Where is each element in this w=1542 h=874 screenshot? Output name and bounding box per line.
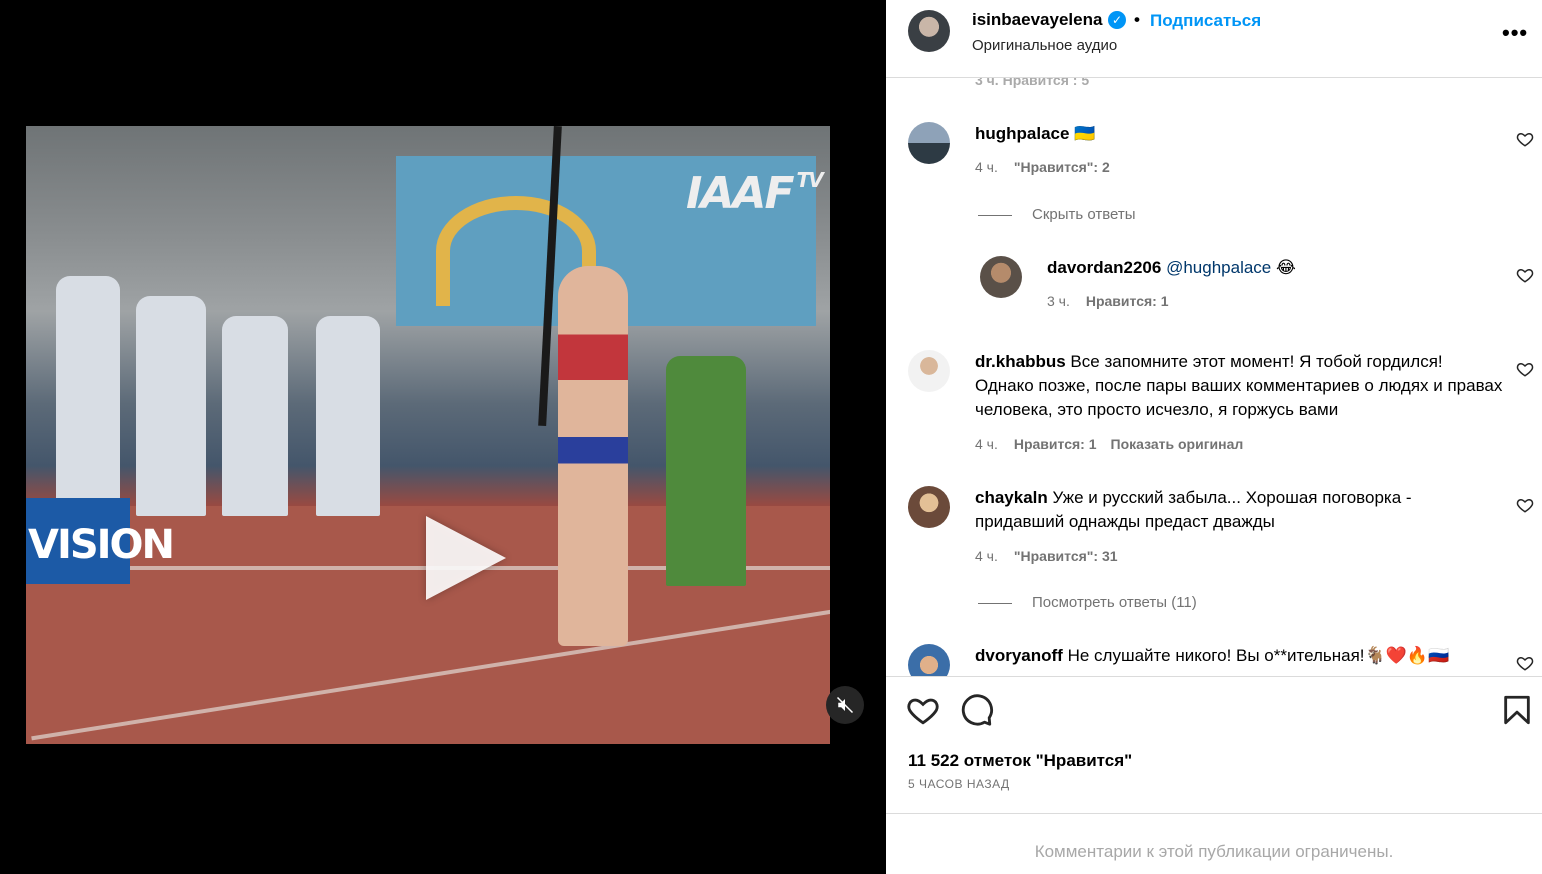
- commenter-avatar[interactable]: [908, 350, 950, 392]
- audio-label[interactable]: Оригинальное аудио: [972, 37, 1117, 54]
- author-username[interactable]: isinbaevayelena: [972, 10, 1102, 30]
- comment-time[interactable]: 4 ч.: [975, 548, 998, 564]
- comment-username[interactable]: hughpalace: [975, 124, 1069, 143]
- comment-text: dvoryanoff Не слушайте никого! Вы о**ите…: [975, 644, 1515, 668]
- comment-time[interactable]: 4 ч.: [975, 159, 998, 175]
- comment-text: hughpalace 🇺🇦: [975, 122, 1095, 146]
- commenter-avatar[interactable]: [980, 256, 1022, 298]
- comment-mention[interactable]: @hughpalace: [1166, 258, 1271, 277]
- comment-meta: 4 ч. "Нравится": 2: [975, 159, 1124, 175]
- comment-body: Не слушайте никого! Вы о**ительная!🐐❤️🔥🇷…: [1067, 646, 1450, 665]
- comment-meta-cut: 3 ч. Нравится : 5: [975, 78, 1090, 88]
- heart-icon[interactable]: [1516, 130, 1534, 148]
- comment-bubble-icon[interactable]: [960, 693, 994, 727]
- comment-username[interactable]: dr.khabbus: [975, 352, 1066, 371]
- media-pane: VISION IAAF TV: [0, 0, 886, 874]
- comment-username[interactable]: chaykaln: [975, 488, 1048, 507]
- comment-username[interactable]: dvoryanoff: [975, 646, 1063, 665]
- heart-icon[interactable]: [1516, 496, 1534, 514]
- commenter-avatar[interactable]: [908, 644, 950, 676]
- bookmark-icon[interactable]: [1500, 693, 1534, 727]
- track-lane: [31, 595, 830, 741]
- mute-icon[interactable]: [826, 686, 864, 724]
- heart-icon[interactable]: [1516, 360, 1534, 378]
- like-heart-icon[interactable]: [906, 693, 940, 727]
- comment-text: davordan2206 @hughpalace 😂: [1047, 256, 1296, 280]
- comment-username[interactable]: davordan2206: [1047, 258, 1161, 277]
- post-header: isinbaevayelena ✓ • Подписаться Оригинал…: [886, 0, 1542, 78]
- comment-meta: 4 ч. Нравится: 1 Показать оригинал: [975, 436, 1257, 452]
- post-time[interactable]: 5 ЧАСОВ НАЗАД: [908, 777, 1010, 791]
- more-options-icon[interactable]: •••: [1502, 20, 1528, 46]
- separator-dot: •: [1134, 10, 1140, 29]
- logo-suffix: TV: [796, 168, 824, 192]
- comment-meta: 4 ч. "Нравится": 31: [975, 548, 1132, 564]
- comment-body: 🇺🇦: [1074, 124, 1096, 143]
- comments-limited-notice: Комментарии к этой публикации ограничены…: [1034, 842, 1394, 861]
- video-logo: IAAF TV: [686, 168, 824, 219]
- video-person: [222, 316, 288, 516]
- board-text: VISION: [28, 522, 175, 568]
- comment-list[interactable]: 3 ч. Нравится : 5 hughpalace 🇺🇦 4 ч. "Нра…: [886, 78, 1542, 676]
- hide-replies-button[interactable]: Скрыть ответы: [978, 206, 1136, 223]
- verified-icon: ✓: [1108, 11, 1126, 29]
- comment-likes[interactable]: "Нравится": 2: [1014, 159, 1110, 175]
- video-athlete: [558, 266, 628, 646]
- video-person: [666, 356, 746, 586]
- likes-count[interactable]: 11 522 отметок "Нравится": [908, 751, 1132, 771]
- comment-likes[interactable]: Нравится: 1: [1086, 293, 1169, 309]
- action-bar: 11 522 отметок "Нравится" 5 ЧАСОВ НАЗАД: [886, 676, 1542, 814]
- play-icon[interactable]: [426, 516, 506, 600]
- video-person: [56, 276, 120, 516]
- comment-meta: 3 ч. Нравится: 1: [1047, 293, 1183, 309]
- video-board: VISION: [26, 498, 175, 584]
- comment-likes[interactable]: Нравится: 1: [1014, 436, 1097, 452]
- commenter-avatar[interactable]: [908, 122, 950, 164]
- heart-icon[interactable]: [1516, 654, 1534, 672]
- comment-body: 😂: [1275, 258, 1296, 277]
- comment-text: chaykaln Уже и русский забыла... Хорошая…: [975, 486, 1495, 534]
- comment-likes[interactable]: "Нравится": 31: [1014, 548, 1118, 564]
- heart-icon[interactable]: [1516, 266, 1534, 284]
- video-player[interactable]: VISION IAAF TV: [26, 126, 830, 744]
- comment-text: dr.khabbus Все запомните этот момент! Я …: [975, 350, 1505, 422]
- commenter-avatar[interactable]: [908, 486, 950, 528]
- comment-time[interactable]: 3 ч.: [1047, 293, 1070, 309]
- post-modal: VISION IAAF TV isinbaevayelena ✓ • Подпис…: [0, 0, 1542, 874]
- follow-button[interactable]: Подписаться: [1150, 11, 1261, 31]
- logo-text: IAAF: [686, 168, 795, 219]
- comments-panel: isinbaevayelena ✓ • Подписаться Оригинал…: [886, 0, 1542, 874]
- view-replies-button[interactable]: Посмотреть ответы (11): [978, 594, 1197, 611]
- author-avatar[interactable]: [908, 10, 950, 52]
- show-original-button[interactable]: Показать оригинал: [1111, 436, 1244, 452]
- comment-time[interactable]: 4 ч.: [975, 436, 998, 452]
- video-person: [316, 316, 380, 516]
- video-person: [136, 296, 206, 516]
